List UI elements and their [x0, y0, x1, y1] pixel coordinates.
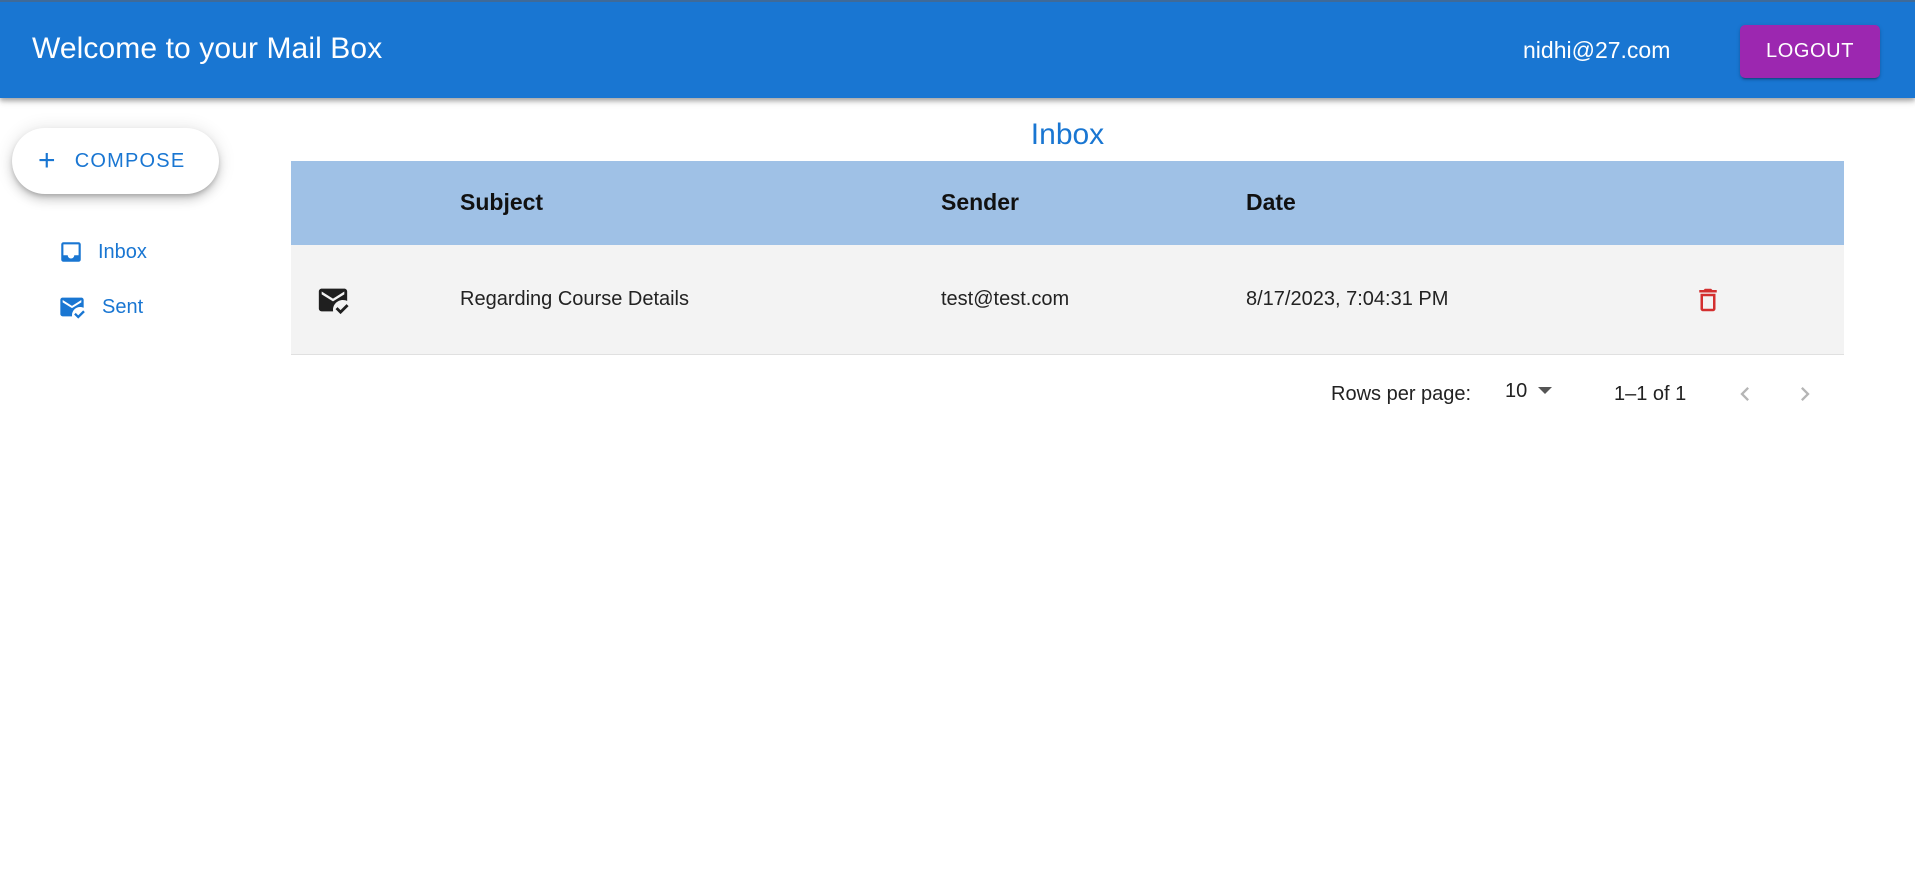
user-email: nidhi@27.com — [1523, 37, 1671, 63]
sidebar-item-inbox[interactable]: Inbox — [58, 232, 147, 272]
column-header-sender: Sender — [941, 189, 1019, 215]
table-row[interactable]: Regarding Course Details test@test.com 8… — [291, 245, 1844, 355]
rows-per-page-label: Rows per page: — [1331, 383, 1472, 405]
mark-email-read-icon — [316, 283, 350, 322]
compose-label: COMPOSE — [74, 149, 186, 172]
sidebar-item-label: Inbox — [98, 240, 147, 263]
rows-per-page-value: 10 — [1505, 380, 1528, 402]
cell-subject: Regarding Course Details — [460, 288, 690, 310]
sidebar-item-sent[interactable]: Sent — [58, 287, 143, 327]
delete-icon[interactable] — [1693, 285, 1723, 320]
cell-date: 8/17/2023, 7:04:31 PM — [1246, 288, 1449, 310]
page-title: Inbox — [1030, 118, 1105, 151]
logout-button[interactable]: LOGOUT — [1740, 25, 1880, 78]
sidebar-item-label: Sent — [102, 295, 144, 318]
mark-email-read-icon — [58, 293, 86, 321]
page-title-container: Inbox — [0, 118, 1915, 152]
column-header-subject: Subject — [460, 189, 544, 215]
mail-table: Subject Sender Date Regarding Course Det… — [291, 161, 1844, 355]
next-page-button[interactable] — [1791, 380, 1819, 413]
previous-page-button[interactable] — [1731, 380, 1759, 413]
inbox-icon — [58, 239, 84, 265]
table-pagination: Rows per page: 10 1–1 of 1 — [291, 375, 1844, 415]
column-header-date: Date — [1246, 189, 1296, 215]
table-header: Subject Sender Date — [291, 161, 1844, 245]
page-range: 1–1 of 1 — [1614, 383, 1687, 405]
cell-sender: test@test.com — [941, 288, 1070, 310]
rows-per-page-select[interactable]: 10 — [1505, 380, 1553, 403]
app-title: Welcome to your Mail Box — [32, 32, 383, 65]
dropdown-arrow-icon — [1527, 383, 1553, 401]
app-bar: Welcome to your Mail Box nidhi@27.com LO… — [0, 0, 1915, 98]
